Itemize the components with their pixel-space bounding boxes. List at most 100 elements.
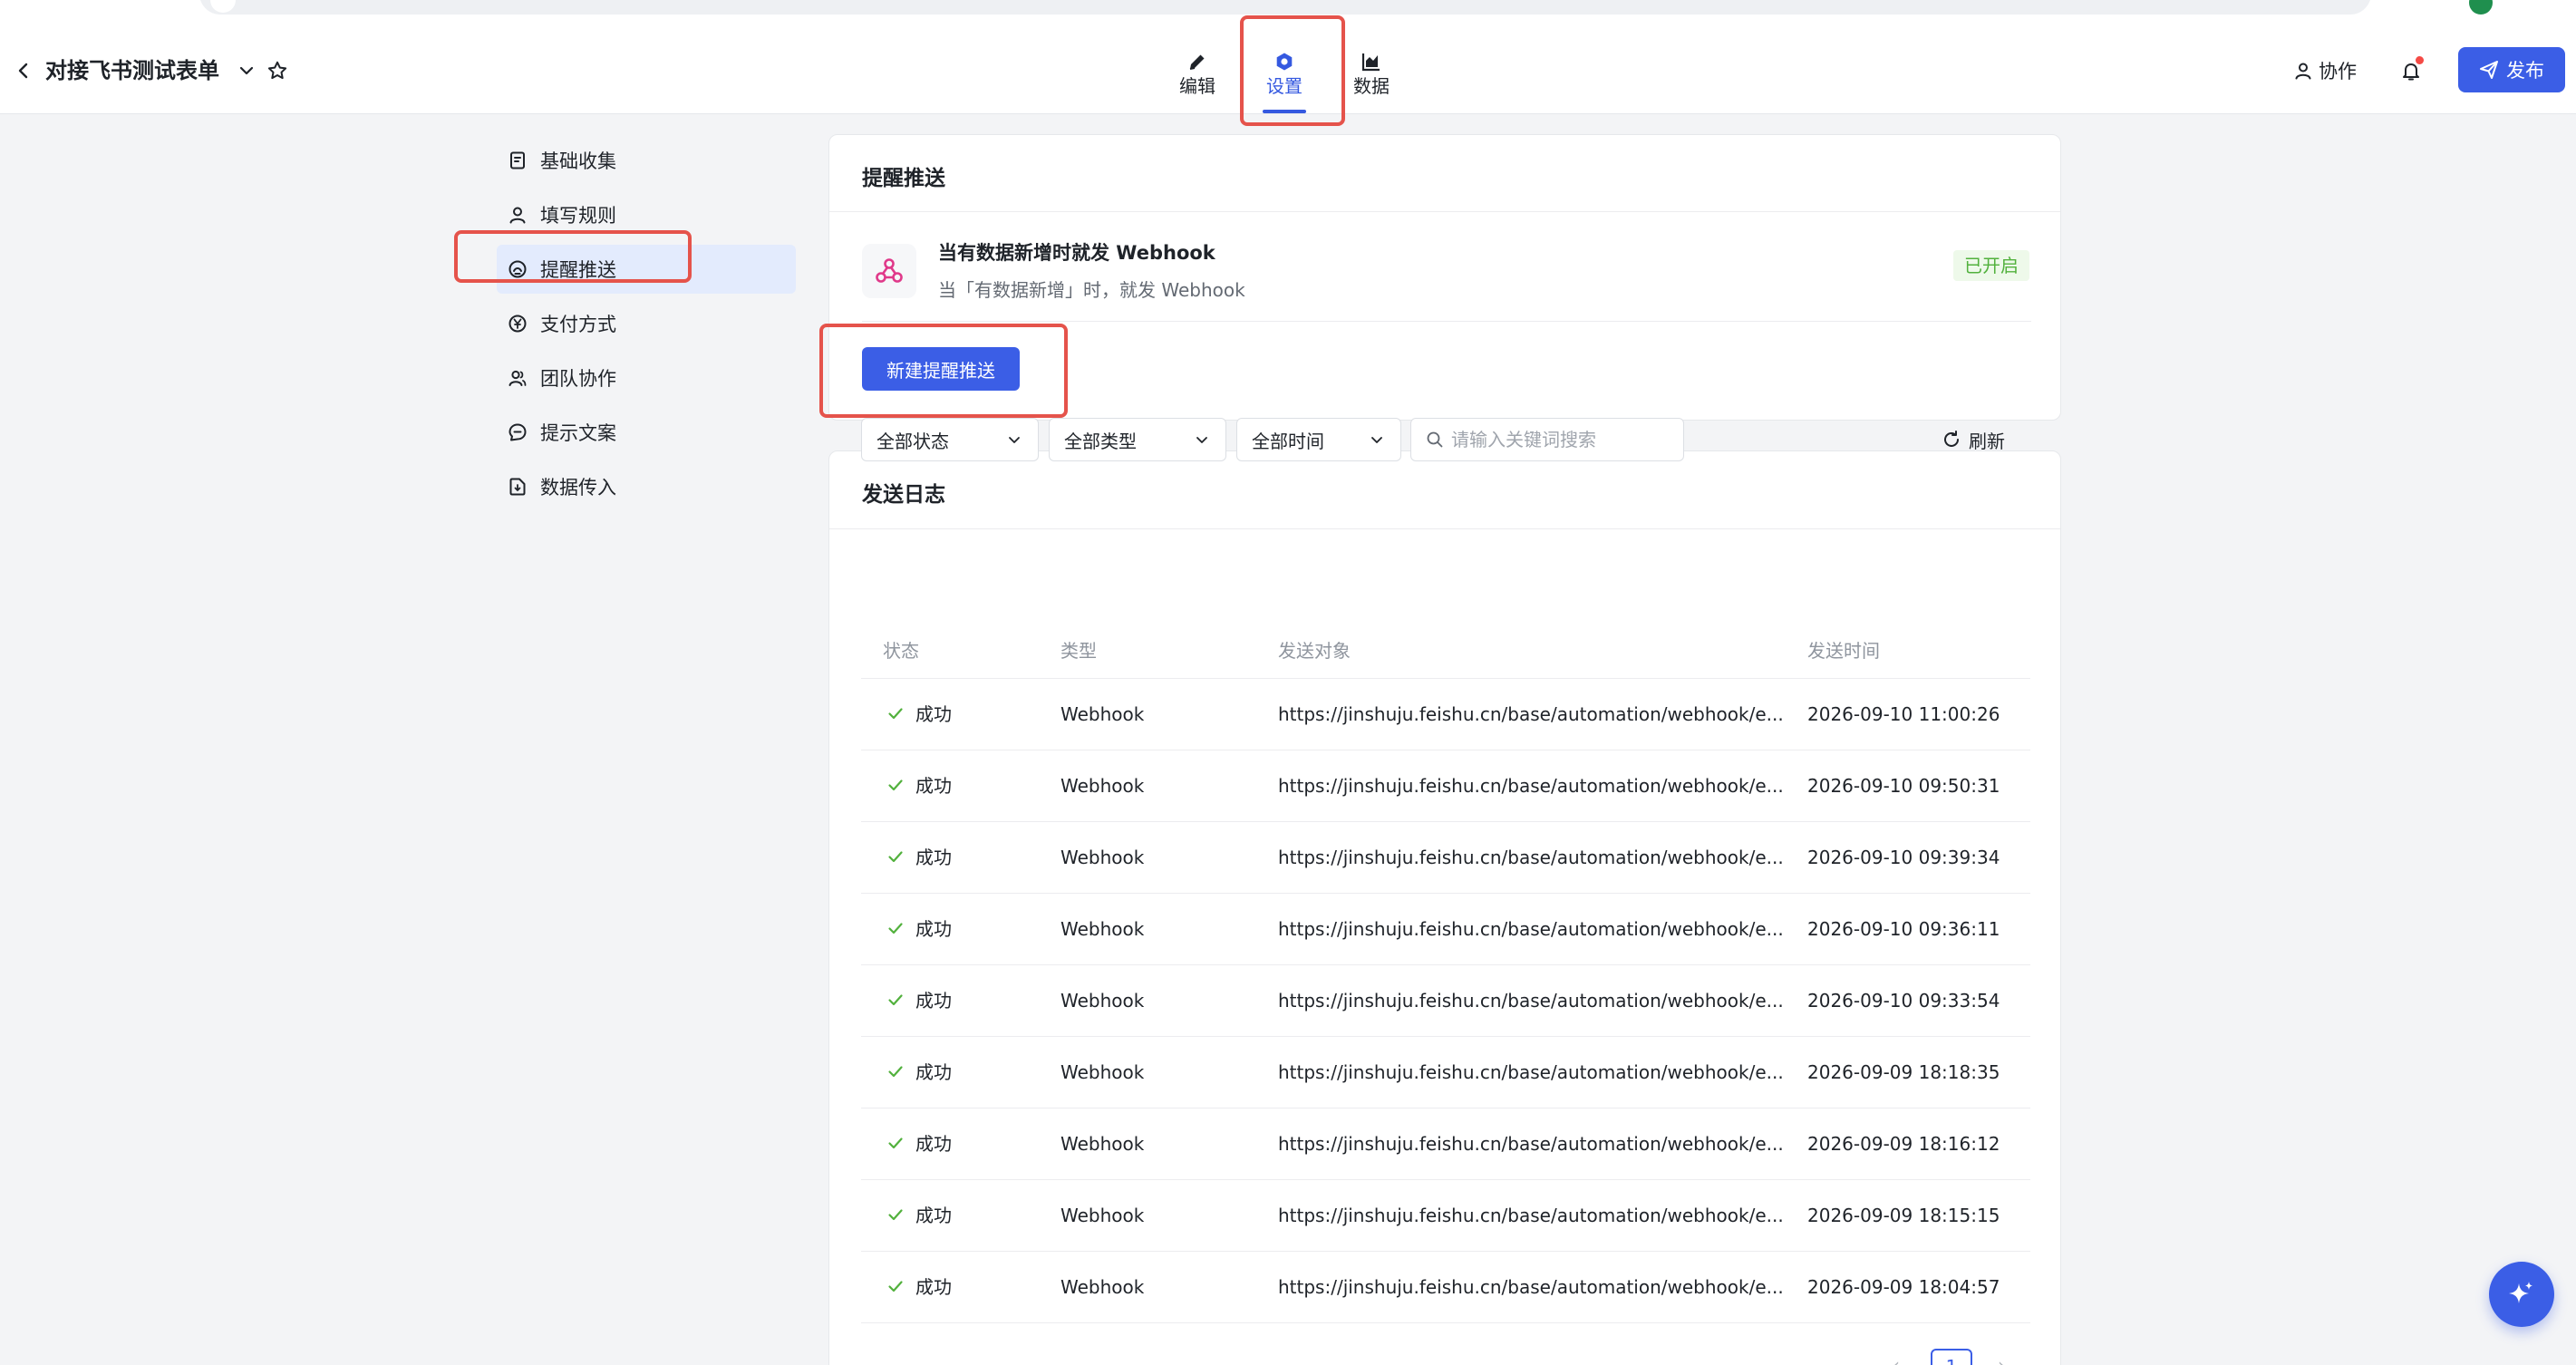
row-type: Webhook — [1060, 775, 1145, 797]
type-filter-value: 全部类型 — [1064, 430, 1137, 452]
team-icon — [508, 370, 527, 386]
table-row[interactable]: 成功 Webhook https://jinshuju.feishu.cn/base… — [861, 965, 2030, 1037]
check-icon — [888, 1066, 903, 1078]
sidebar-item-basic-collect[interactable]: 基础收集 — [497, 136, 796, 185]
row-status: 成功 — [915, 918, 952, 940]
row-time: 2026-09-09 18:18:35 — [1807, 1061, 2000, 1083]
highlight-box-settings — [1240, 15, 1345, 126]
row-target: https://jinshuju.feishu.cn/base/automati… — [1278, 1276, 1784, 1298]
chevron-down-icon — [1371, 437, 1382, 443]
table-row[interactable]: 成功 Webhook https://jinshuju.feishu.cn/base… — [861, 822, 2030, 894]
row-target: https://jinshuju.feishu.cn/base/automati… — [1278, 775, 1784, 797]
chevron-down-icon — [239, 66, 254, 75]
row-time: 2026-09-10 09:36:11 — [1807, 918, 2000, 940]
sidebar-item-label: 填写规则 — [540, 205, 616, 227]
address-bar[interactable] — [199, 0, 2371, 15]
row-status: 成功 — [915, 990, 952, 1012]
chart-icon — [1361, 53, 1380, 72]
publish-label: 发布 — [2506, 60, 2544, 82]
row-type: Webhook — [1060, 847, 1145, 868]
table-row[interactable]: 成功 Webhook https://jinshuju.feishu.cn/base… — [861, 1108, 2030, 1180]
keyword-search-box[interactable] — [1410, 418, 1684, 461]
table-row[interactable]: 成功 Webhook https://jinshuju.feishu.cn/base… — [861, 1037, 2030, 1108]
push-card-title: 提醒推送 — [862, 167, 945, 190]
row-status: 成功 — [915, 847, 952, 868]
check-icon — [888, 1281, 903, 1292]
row-target: https://jinshuju.feishu.cn/base/automati… — [1278, 703, 1784, 725]
row-type: Webhook — [1060, 1133, 1145, 1155]
webhook-rule-title: 当有数据新增时就发 Webhook — [938, 242, 1215, 264]
search-input[interactable] — [1451, 429, 1669, 450]
user-icon — [509, 207, 526, 224]
prev-page-button[interactable]: ‹ — [1893, 1354, 1900, 1365]
table-row[interactable]: 成功 Webhook https://jinshuju.feishu.cn/base… — [861, 679, 2030, 750]
row-time: 2026-09-10 09:33:54 — [1807, 990, 2000, 1012]
notification-button[interactable] — [2393, 54, 2429, 87]
sparkle-icon — [2509, 1282, 2532, 1303]
column-header-target: 发送对象 — [1278, 640, 1351, 662]
row-time: 2026-09-09 18:04:57 — [1807, 1276, 2000, 1298]
publish-button[interactable]: 发布 — [2458, 47, 2565, 92]
import-icon — [509, 478, 526, 496]
divider — [829, 211, 2060, 212]
check-icon — [888, 1209, 903, 1221]
back-button[interactable] — [7, 54, 40, 87]
column-header-status: 状态 — [883, 640, 919, 662]
sidebar-item-label: 提示文案 — [540, 422, 616, 444]
yen-icon — [508, 315, 527, 333]
highlight-box-sidebar — [454, 230, 692, 283]
sidebar-item-label: 数据传入 — [540, 477, 616, 499]
row-time: 2026-09-10 09:39:34 — [1807, 847, 2000, 868]
ai-assistant-button[interactable] — [2489, 1262, 2554, 1327]
row-type: Webhook — [1060, 918, 1145, 940]
table-row[interactable]: 成功 Webhook https://jinshuju.feishu.cn/base… — [861, 750, 2030, 822]
status-filter-value: 全部状态 — [876, 430, 949, 452]
row-target: https://jinshuju.feishu.cn/base/automati… — [1278, 1205, 1784, 1226]
row-type: Webhook — [1060, 990, 1145, 1012]
type-filter-select[interactable]: 全部类型 — [1049, 418, 1226, 461]
sidebar-item-team[interactable]: 团队协作 — [497, 353, 796, 402]
star-icon — [267, 61, 287, 80]
chevron-down-icon — [1196, 437, 1207, 443]
chevron-left-icon — [18, 63, 28, 79]
row-time: 2026-09-10 11:00:26 — [1807, 703, 2000, 725]
row-status: 成功 — [915, 1061, 952, 1083]
sidebar-item-label: 团队协作 — [540, 368, 616, 390]
table-row[interactable]: 成功 Webhook https://jinshuju.feishu.cn/base… — [861, 894, 2030, 965]
row-status: 成功 — [915, 1133, 952, 1155]
status-filter-select[interactable]: 全部状态 — [861, 418, 1039, 461]
page-number-button[interactable]: 1 — [1931, 1349, 1972, 1365]
divider — [862, 321, 2031, 322]
tab-data-label: 数据 — [1353, 75, 1390, 97]
sidebar-item-payment[interactable]: 支付方式 — [497, 299, 796, 348]
table-row[interactable]: 成功 Webhook https://jinshuju.feishu.cn/base… — [861, 1252, 2030, 1323]
row-status: 成功 — [915, 1276, 952, 1298]
title-dropdown-button[interactable] — [232, 56, 261, 85]
tab-edit[interactable]: 编辑 — [1161, 42, 1234, 105]
profile-avatar[interactable] — [2469, 0, 2493, 15]
tab-edit-label: 编辑 — [1179, 75, 1215, 97]
notification-dot — [2416, 56, 2424, 64]
time-filter-select[interactable]: 全部时间 — [1236, 418, 1401, 461]
sidebar-item-label: 支付方式 — [540, 314, 616, 335]
sidebar-item-tips[interactable]: 提示文案 — [497, 408, 796, 457]
form-title: 对接飞书测试表单 — [45, 58, 219, 83]
refresh-button[interactable]: 刷新 — [1942, 422, 2005, 457]
tab-data[interactable]: 数据 — [1335, 42, 1408, 105]
check-icon — [888, 994, 903, 1006]
next-page-button[interactable]: › — [1998, 1354, 2005, 1365]
row-type: Webhook — [1060, 1276, 1145, 1298]
collaborate-button[interactable]: 协作 — [2293, 54, 2357, 87]
divider — [829, 528, 2060, 529]
row-time: 2026-09-10 09:50:31 — [1807, 775, 2000, 797]
row-status: 成功 — [915, 703, 952, 725]
favorite-button[interactable] — [261, 54, 294, 87]
row-target: https://jinshuju.feishu.cn/base/automati… — [1278, 1133, 1784, 1155]
table-row[interactable]: 成功 Webhook https://jinshuju.feishu.cn/base… — [861, 1180, 2030, 1252]
row-target: https://jinshuju.feishu.cn/base/automati… — [1278, 918, 1784, 940]
row-target: https://jinshuju.feishu.cn/base/automati… — [1278, 990, 1784, 1012]
sidebar-item-data-import[interactable]: 数据传入 — [497, 462, 796, 511]
status-badge[interactable]: 已开启 — [1953, 250, 2029, 281]
webhook-item-icon — [862, 244, 916, 298]
row-type: Webhook — [1060, 1205, 1145, 1226]
